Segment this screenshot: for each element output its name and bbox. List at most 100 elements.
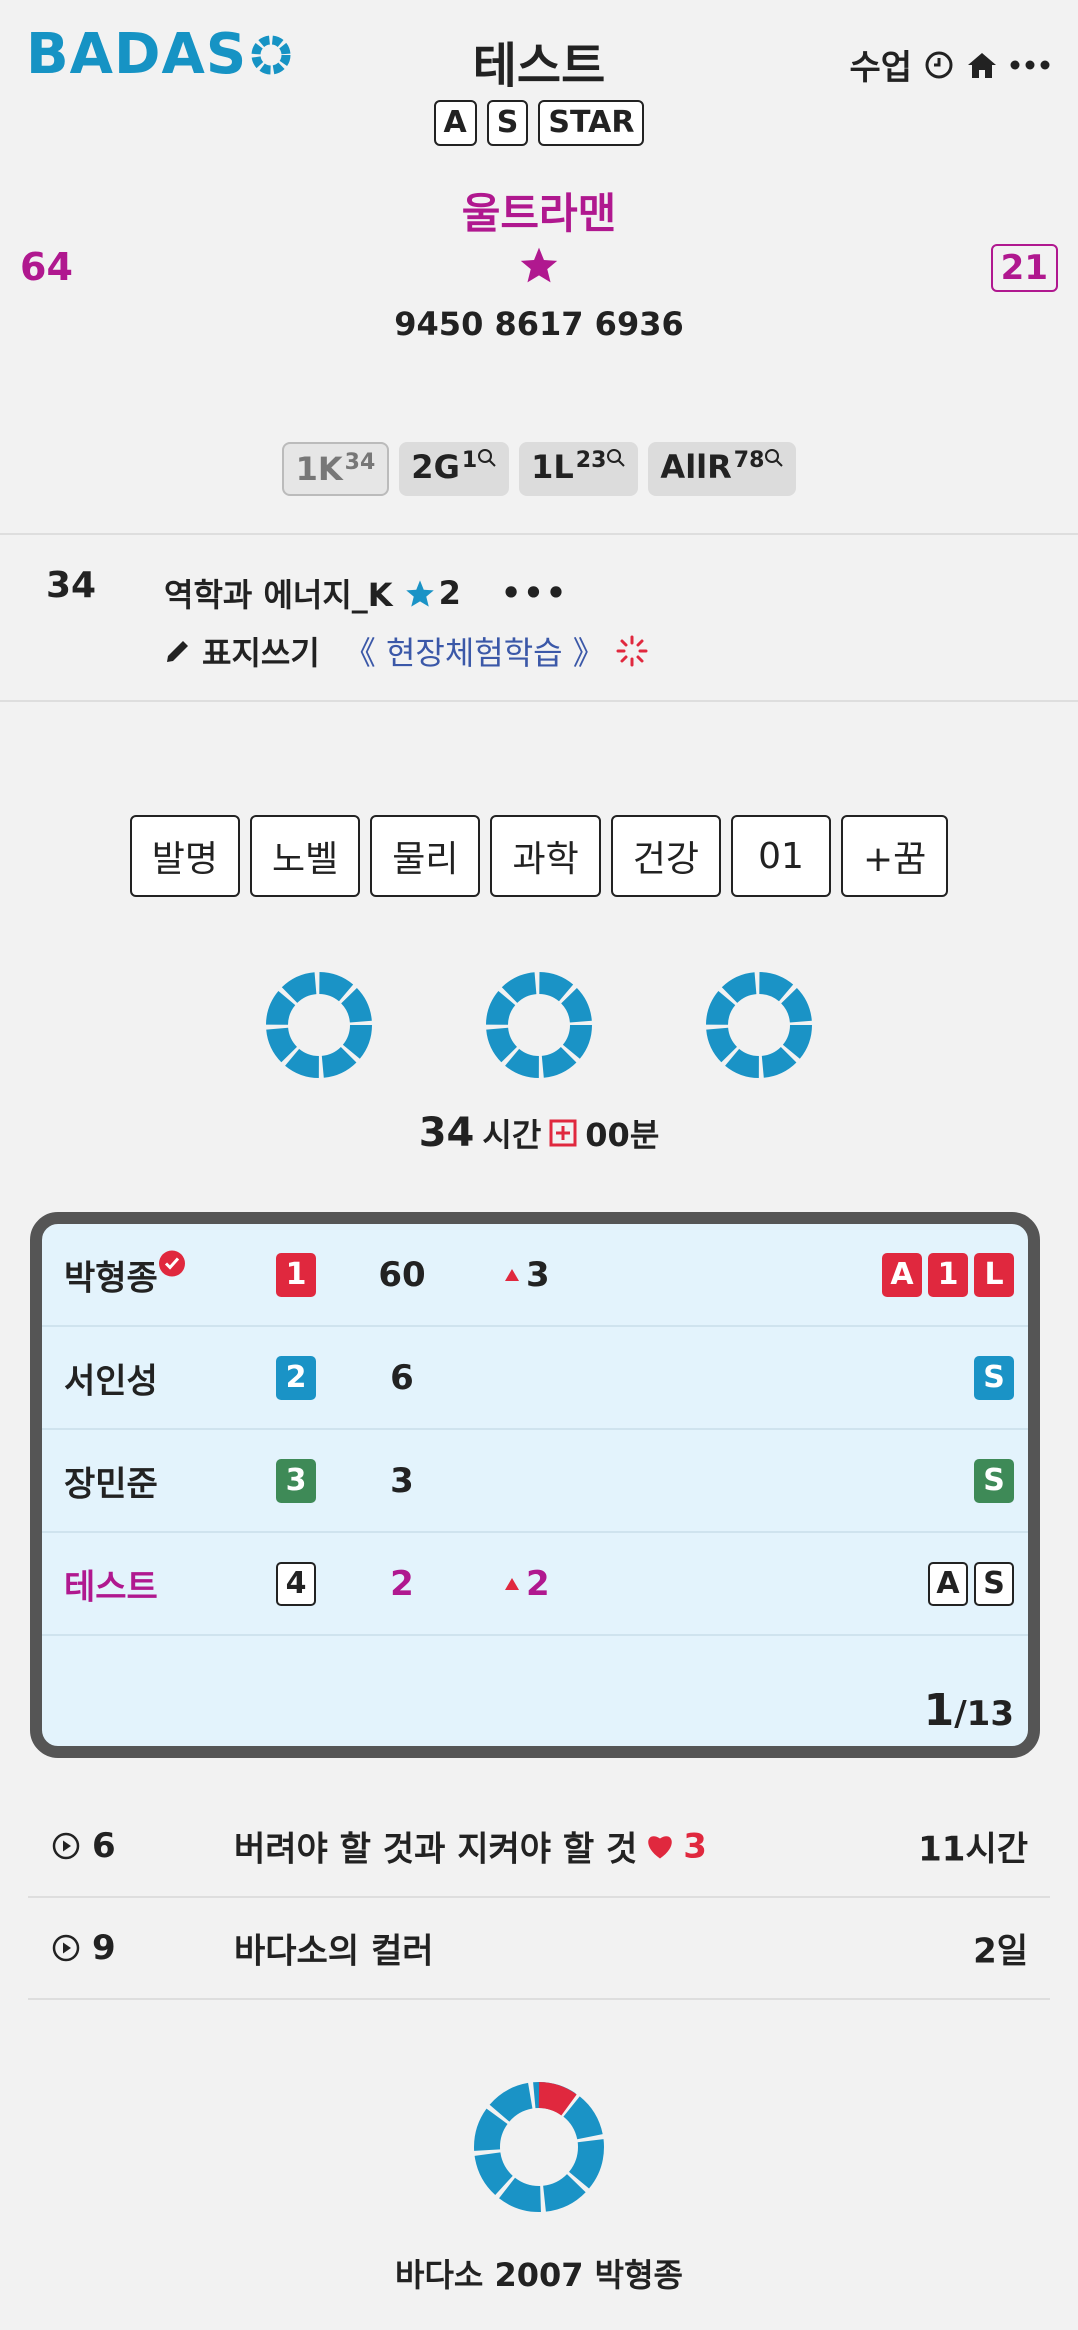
chip-s[interactable]: S: [486, 100, 529, 146]
verified-icon: [158, 1250, 185, 1277]
footer-ring-icon: [474, 2082, 604, 2212]
ring-icon[interactable]: [264, 970, 374, 1080]
category-01[interactable]: 01: [730, 815, 831, 897]
ranking-row[interactable]: 박형종 1 60 3 A 1 L: [42, 1224, 1028, 1327]
pencil-icon: [167, 641, 188, 662]
left-count[interactable]: 64: [20, 245, 73, 289]
rank-grades: A 1 L: [882, 1252, 1014, 1297]
study-minutes: 00분: [585, 1116, 660, 1154]
category-health[interactable]: 건강: [610, 815, 721, 897]
ring-icon[interactable]: [704, 970, 814, 1080]
category-physics[interactable]: 물리: [370, 815, 481, 897]
level-tags: 1K 34 2G 1 1L 23 AllR 78: [0, 442, 1078, 496]
course-title[interactable]: 역학과 에너지_K: [164, 570, 393, 616]
lesson-time: 2일: [973, 1931, 1028, 1972]
lesson-row[interactable]: 6 버려야 할 것과 지켜야 할 것 3 11시간: [28, 1796, 1050, 1898]
ranking-panel: 박형종 1 60 3 A 1 L 서인성 2 6 S 장민준 3 3 S 테스트…: [30, 1212, 1040, 1758]
course-stars[interactable]: 2: [405, 574, 461, 612]
rank-name: 장민준: [64, 1464, 158, 1504]
tag-allr[interactable]: AllR 78: [648, 442, 797, 496]
rank-grades: S: [974, 1355, 1014, 1400]
search-icon: [607, 449, 626, 467]
study-hours: 34: [418, 1110, 475, 1156]
clock-icon[interactable]: [924, 50, 954, 80]
rank-badge: 1: [276, 1252, 316, 1297]
field-trip-link[interactable]: 《 현장체험학습 》: [344, 628, 605, 674]
tag-1k[interactable]: 1K 34: [281, 442, 390, 496]
category-nobel[interactable]: 노벨: [249, 815, 361, 897]
grade-badge: A: [882, 1252, 922, 1297]
study-hours-unit: 시간: [482, 1116, 542, 1154]
tag-main: 1L: [531, 448, 574, 486]
course-star-count: 2: [438, 574, 461, 612]
rank-score: 6: [390, 1357, 414, 1398]
footer-credit: 바다소 2007 박형종: [395, 2256, 683, 2294]
lesson-title: 버려야 할 것과 지켜야 할 것 3: [234, 1826, 707, 1870]
star-icon: [405, 579, 434, 607]
rank-badge: 4: [276, 1561, 316, 1606]
plus-box-icon[interactable]: [549, 1119, 577, 1147]
category-invention[interactable]: 발명: [129, 815, 240, 897]
tag-2g[interactable]: 2G 1: [399, 442, 510, 496]
divider: [0, 533, 1078, 535]
page-current: 1: [923, 1685, 955, 1736]
lesson-time: 11시간: [918, 1829, 1028, 1870]
phone-number: 9450 8617 6936: [394, 305, 684, 343]
rank-score: 2: [390, 1563, 414, 1604]
ranking-row-self[interactable]: 테스트 4 2 2 A S: [42, 1533, 1028, 1636]
grade-badge: 1: [928, 1252, 968, 1297]
star-icon[interactable]: [519, 246, 559, 284]
rank-grades: S: [974, 1458, 1014, 1503]
play-circle-icon: [52, 1832, 80, 1860]
course-more-button[interactable]: •••: [501, 574, 568, 612]
search-icon: [765, 449, 784, 467]
grade-chips: A S STAR: [0, 100, 1078, 146]
course-number: 34: [46, 565, 97, 606]
write-cover-button[interactable]: 표지쓰기: [202, 628, 320, 674]
tag-1l[interactable]: 1L 23: [519, 442, 639, 496]
tag-sup: 78: [733, 448, 765, 473]
category-science[interactable]: 과학: [490, 815, 601, 897]
lesson-row[interactable]: 9 바다소의 컬러 2일: [28, 1898, 1050, 2000]
category-buttons: 발명 노벨 물리 과학 건강 01 +꿈: [0, 815, 1078, 897]
course-sub-row: 표지쓰기 《 현장체험학습 》: [164, 628, 649, 674]
ranking-pager[interactable]: 1/13: [924, 1685, 1014, 1736]
rank-delta: 2: [504, 1564, 550, 1604]
divider: [0, 700, 1078, 702]
class-link[interactable]: 수업: [849, 40, 912, 89]
play-circle-icon: [52, 1934, 80, 1962]
ranking-row[interactable]: 서인성 2 6 S: [42, 1327, 1028, 1430]
rank-delta: 3: [504, 1255, 550, 1295]
study-time: 34 시간 00분: [0, 1110, 1078, 1156]
ring-icon[interactable]: [484, 970, 594, 1080]
like-count: 3: [683, 1826, 707, 1866]
tag-main: 2G: [411, 448, 460, 486]
progress-rings: [0, 970, 1078, 1080]
tag-sup: 23: [575, 448, 607, 473]
grade-badge: S: [974, 1355, 1014, 1400]
page-total: /13: [954, 1694, 1014, 1734]
search-icon: [478, 449, 496, 467]
right-count-badge[interactable]: 21: [990, 244, 1058, 292]
rank-badge: 2: [276, 1355, 316, 1400]
triangle-up-icon: [505, 1577, 519, 1590]
ranking-row[interactable]: 장민준 3 3 S: [42, 1430, 1028, 1533]
course-title-row: 역학과 에너지_K 2 •••: [164, 570, 568, 616]
home-icon[interactable]: [966, 50, 998, 80]
rank-badge: 3: [276, 1458, 316, 1503]
rank-grades: A S: [928, 1561, 1014, 1606]
chip-star[interactable]: STAR: [538, 100, 645, 146]
tag-main: 1K: [295, 450, 343, 488]
tag-sup: 1: [461, 448, 478, 473]
more-icon[interactable]: [1010, 59, 1050, 71]
chip-a[interactable]: A: [433, 100, 477, 146]
rank-score: 60: [378, 1254, 426, 1295]
play-count: 9: [52, 1928, 116, 1968]
rank-score: 3: [390, 1460, 414, 1501]
tag-main: AllR: [660, 448, 732, 486]
username[interactable]: 울트라맨: [0, 180, 1078, 241]
rank-name: 서인성: [64, 1361, 158, 1401]
grade-badge: S: [974, 1458, 1014, 1503]
category-add-dream[interactable]: +꿈: [840, 815, 949, 897]
header-actions: 수업: [849, 40, 1050, 89]
